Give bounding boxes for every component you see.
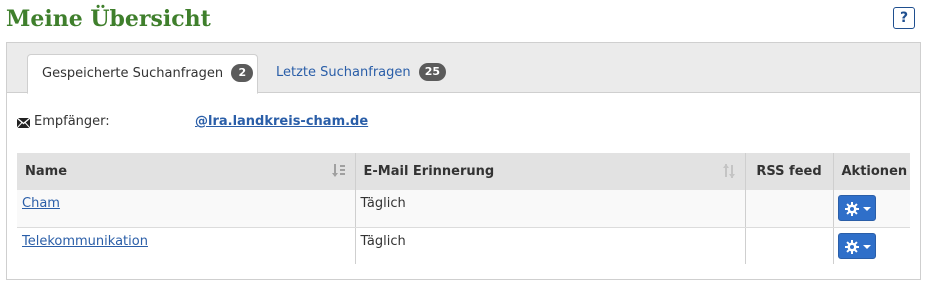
sort-ascending-icon xyxy=(331,164,346,182)
column-header-email-reminder[interactable]: E-Mail Erinnerung xyxy=(355,153,746,190)
tab-label: Letzte Suchanfragen xyxy=(276,65,411,80)
overview-panel: Gespeicherte Suchanfragen 2 Letzte Sucha… xyxy=(6,42,921,280)
count-badge: 2 xyxy=(231,63,254,82)
tab-saved-searches[interactable]: Gespeicherte Suchanfragen 2 xyxy=(27,54,258,94)
actions-dropdown-button[interactable] xyxy=(837,195,876,221)
saved-searches-table: Name E-Mail Erinnerung RSS feed Aktionen… xyxy=(17,153,910,264)
chevron-down-icon xyxy=(862,244,871,249)
email-reminder-cell: Täglich xyxy=(355,227,746,264)
page-title: Meine Übersicht xyxy=(6,6,211,32)
gear-icon xyxy=(844,239,859,254)
column-header-actions: Aktionen xyxy=(833,153,910,190)
recipient-label: Empfänger: xyxy=(34,114,110,129)
column-header-name[interactable]: Name xyxy=(17,153,356,190)
column-header-rss: RSS feed xyxy=(745,153,834,190)
rss-cell xyxy=(745,190,834,228)
table-header-row: Name E-Mail Erinnerung RSS feed Aktionen xyxy=(17,153,910,190)
chevron-down-icon xyxy=(862,207,871,211)
actions-dropdown-button[interactable] xyxy=(837,232,876,259)
recipient-email-link[interactable]: @lra.landkreis-cham.de xyxy=(195,114,368,129)
gear-icon xyxy=(844,202,859,216)
table-row: Cham Täglich xyxy=(17,190,910,228)
search-name-link[interactable]: Telekommunikation xyxy=(22,234,148,249)
column-header-label: Name xyxy=(25,164,68,179)
search-name-link[interactable]: Cham xyxy=(22,196,60,211)
tab-recent-searches[interactable]: Letzte Suchanfragen 25 xyxy=(262,54,460,94)
count-badge: 25 xyxy=(418,62,447,81)
tab-bar: Gespeicherte Suchanfragen 2 Letzte Sucha… xyxy=(7,43,920,94)
tab-label: Gespeicherte Suchanfragen xyxy=(42,66,224,81)
rss-cell xyxy=(745,227,834,264)
table-row: Telekommunikation Täglich xyxy=(17,227,910,264)
envelope-icon xyxy=(16,117,31,132)
sort-both-icon xyxy=(722,164,736,182)
help-button[interactable]: ? xyxy=(893,7,915,29)
column-header-label: E-Mail Erinnerung xyxy=(363,164,495,179)
email-reminder-cell: Täglich xyxy=(355,190,746,228)
recipient-row: Empfänger: @lra.landkreis-cham.de xyxy=(16,114,517,132)
